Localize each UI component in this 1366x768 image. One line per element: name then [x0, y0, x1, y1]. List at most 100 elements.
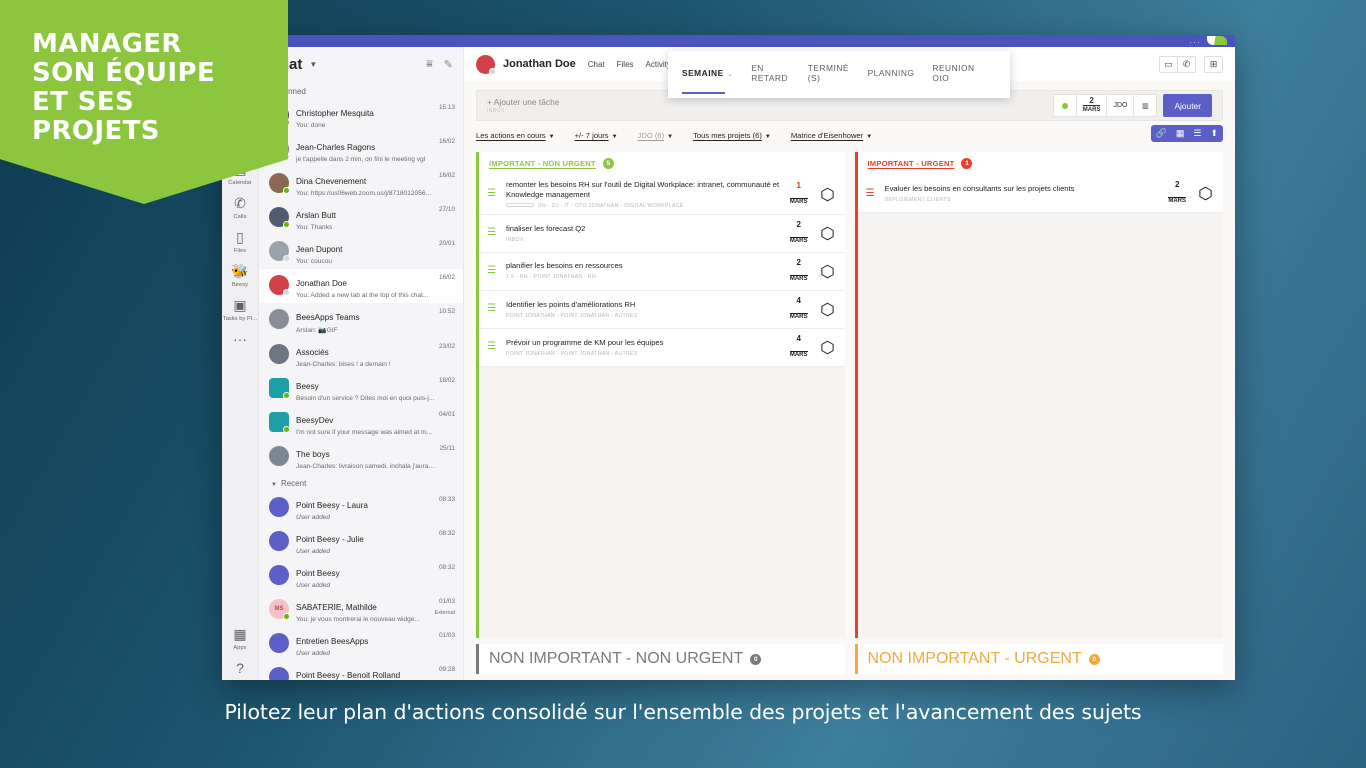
task-due-date[interactable]: 4 MARS: [789, 334, 808, 361]
chat-item-name: Entretien BeesApps: [296, 637, 369, 646]
chat-group-header[interactable]: ▼ Recent: [259, 474, 463, 491]
presence-dot: [283, 221, 290, 228]
beesy-tab-semaine[interactable]: SEMAINE ⌄: [682, 68, 733, 94]
filter-jdo-6[interactable]: JDO (6) ▼: [638, 131, 674, 140]
chat-list-item[interactable]: Point Beesy User added 08:32: [259, 559, 463, 593]
quadrant-header[interactable]: IMPORTANT - NON URGENT 5: [476, 152, 845, 175]
filter-matrice-d-eisenhower[interactable]: Matrice d'Eisenhower ▼: [791, 131, 872, 140]
beesy-tab-reunion-oto[interactable]: REUNION OtO: [932, 63, 978, 86]
chat-item-name: Jean-Charles Ragons: [296, 143, 376, 152]
chat-item-time: 08:32: [439, 564, 455, 571]
task-row[interactable]: ☰ finaliser les forecast Q2 INBOX 2 MARS: [479, 214, 845, 253]
task-due-date[interactable]: 4 MARS: [789, 296, 808, 323]
task-type-icon: ☰: [487, 188, 496, 200]
rail-item-beesy[interactable]: 🐝 Beesy: [222, 257, 259, 291]
quadrant-task-list[interactable]: ☰ Evaluer les besoins en consultants sur …: [854, 175, 1223, 638]
chat-item-preview: I'm not sure if your message was aimed a…: [296, 429, 433, 436]
chat-item-preview: Besoin d'un service ? Dites moi en quoi …: [296, 395, 435, 402]
list-icon[interactable]: ☰: [1193, 128, 1201, 139]
task-row[interactable]: ☰ Evaluer les besoins en consultants sur …: [857, 175, 1223, 213]
eisenhower-matrix: IMPORTANT - NON URGENT 5 ☰ remonter les bes…: [464, 140, 1235, 674]
task-complete-icon[interactable]: [820, 340, 835, 355]
task-subtitle: 0% - OJ - IT - OTO JONATHAN - DIGITAL WO…: [506, 203, 782, 209]
quadrant-header[interactable]: IMPORTANT - URGENT 1: [854, 152, 1223, 175]
chat-list-panel: Chat ▼ ⩸ ✎ ▼Pinned Christopher Mesquita Yo…: [259, 47, 464, 680]
filter-icon[interactable]: ⩸: [426, 58, 433, 71]
chat-list-item[interactable]: Point Beesy - Laura User added 08:33: [259, 491, 463, 525]
video-icon[interactable]: ▭: [1159, 55, 1178, 73]
chat-group-header[interactable]: ▼Pinned: [259, 82, 463, 99]
add-panel-icon[interactable]: ⊞: [1204, 55, 1223, 73]
presence-dot: [283, 187, 290, 194]
call-icon[interactable]: ✆: [1177, 55, 1196, 73]
tab-files[interactable]: Files: [617, 60, 634, 69]
due-date-chip[interactable]: 2 MARS: [1075, 94, 1108, 117]
task-due-date[interactable]: 1 MARS: [789, 181, 808, 208]
rail-item-files[interactable]: ▯ Files: [222, 223, 259, 257]
task-row[interactable]: ☰ planifier les besoins en ressources 1 ⌾ …: [479, 252, 845, 291]
task-title: Identifier les points d'améliorations RH: [506, 299, 636, 309]
chat-list-item[interactable]: Dina Chevenement You: https://us06web.zoo…: [259, 167, 463, 201]
columns-icon[interactable]: ▦: [1176, 128, 1185, 139]
task-due-date[interactable]: 2 MARS: [789, 257, 808, 285]
quadrant-footer-header[interactable]: NON IMPORTANT - NON URGENT 0: [476, 644, 845, 674]
chat-list-scroll[interactable]: ▼Pinned Christopher Mesquita You: done 15:1…: [259, 82, 463, 680]
filter-les-actions-en-cours[interactable]: Les actions en cours ▼: [476, 131, 555, 140]
chat-item-time: 08:33: [439, 496, 455, 503]
compose-icon[interactable]: ✎: [444, 58, 453, 71]
quadrant-footer-header[interactable]: NON IMPORTANT - URGENT 0: [854, 644, 1223, 674]
chat-item-name: Dina Chevenement: [296, 177, 367, 186]
presence-dot: [283, 392, 290, 399]
task-row[interactable]: ☰ Identifier les points d'améliorations R…: [479, 290, 845, 329]
task-complete-icon[interactable]: [820, 187, 835, 202]
chat-item-name: Arslan Butt: [296, 211, 337, 220]
task-row[interactable]: ☰ remonter les besoins RH sur l'outil de …: [479, 175, 845, 215]
chat-list-item[interactable]: Beesy Besoin d'un service ? Dites moi en …: [259, 372, 463, 406]
beesy-tab-termin-s[interactable]: TERMINÉ (S): [808, 63, 850, 86]
beesy-tab-en-retard[interactable]: EN RETARD: [751, 63, 790, 86]
rail-item-help[interactable]: ?: [222, 654, 259, 680]
tab-chat[interactable]: Chat: [588, 60, 605, 69]
rail-item-calls[interactable]: ✆ Calls: [222, 189, 259, 223]
chat-list-item[interactable]: MS SABATERIE, Mathilde You: je vous montre…: [259, 593, 463, 627]
rail-item-[interactable]: ···: [222, 325, 259, 351]
chat-item-time: 09:28: [439, 666, 455, 673]
task-due-date[interactable]: 2 MARS: [1168, 180, 1186, 207]
add-task-input[interactable]: + Ajouter une tâche: [487, 97, 1054, 107]
chat-list-item[interactable]: Point Beesy - Benoit RollandUser added09…: [259, 661, 463, 680]
task-row[interactable]: ☰ Prévoir un programme de KM pour les équ…: [479, 328, 845, 367]
board-icon[interactable]: ▥: [1133, 94, 1158, 117]
task-due-day: 2: [796, 257, 801, 267]
chat-list-item[interactable]: Jean-Charles Ragons je t'appelle dans 2 m…: [259, 133, 463, 167]
chat-list-item[interactable]: Arslan Butt You: Thanks 27/10: [259, 201, 463, 235]
chat-list-item[interactable]: Christopher Mesquita You: done 15:13: [259, 99, 463, 133]
task-complete-icon[interactable]: [820, 264, 835, 279]
add-button[interactable]: Ajouter: [1163, 94, 1212, 117]
link-icon[interactable]: 🔗: [1156, 128, 1167, 139]
priority-picker[interactable]: [1052, 94, 1077, 117]
chat-list-item[interactable]: Entretien BeesApps User added 01/03: [259, 627, 463, 661]
filter--7-jours[interactable]: +/- 7 jours ▼: [575, 131, 618, 140]
chat-list-item[interactable]: The boys Jean-Charles: livraison samedi, …: [259, 440, 463, 474]
chat-list-item[interactable]: BeesApps Teams Arslan: 📷GIF 10:52: [259, 303, 463, 338]
chat-list-item[interactable]: BeesyDev I'm not sure if your message was…: [259, 406, 463, 440]
task-complete-icon[interactable]: [820, 226, 835, 241]
avatar: [269, 207, 290, 228]
rail-item-tasks-by-pl[interactable]: ▣ Tasks by Pl...: [222, 291, 259, 325]
beesy-tab-planning[interactable]: PLANNING: [868, 68, 915, 81]
chat-list-item[interactable]: Jean Dupont You: coucou 20/01: [259, 235, 463, 269]
task-subtitle: 1 ⌾ - RH - POINT JONATHAN - RH: [506, 274, 597, 281]
task-due-date[interactable]: 2 MARS: [789, 220, 808, 247]
task-complete-icon[interactable]: [820, 302, 835, 317]
assignee-chip[interactable]: JDO: [1106, 94, 1135, 117]
quadrant-task-list[interactable]: ☰ remonter les besoins RH sur l'outil de …: [476, 175, 845, 638]
rail-item-apps[interactable]: ▦ Apps: [222, 620, 259, 654]
chat-list-item[interactable]: Point Beesy - Julie User added 08:32: [259, 525, 463, 559]
chat-list-item[interactable]: Jonathan Doe You: Added a new tab at the …: [259, 269, 463, 303]
tab-label: SEMAINE: [682, 68, 724, 78]
chevron-down-icon[interactable]: ▼: [309, 60, 317, 69]
task-complete-icon[interactable]: [1198, 186, 1213, 201]
chat-list-item[interactable]: Associés Jean-Charles: bises ! a demain !…: [259, 338, 463, 372]
export-icon[interactable]: ⬆: [1210, 128, 1218, 139]
filter-tous-mes-projets-6[interactable]: Tous mes projets (6) ▼: [693, 131, 771, 140]
